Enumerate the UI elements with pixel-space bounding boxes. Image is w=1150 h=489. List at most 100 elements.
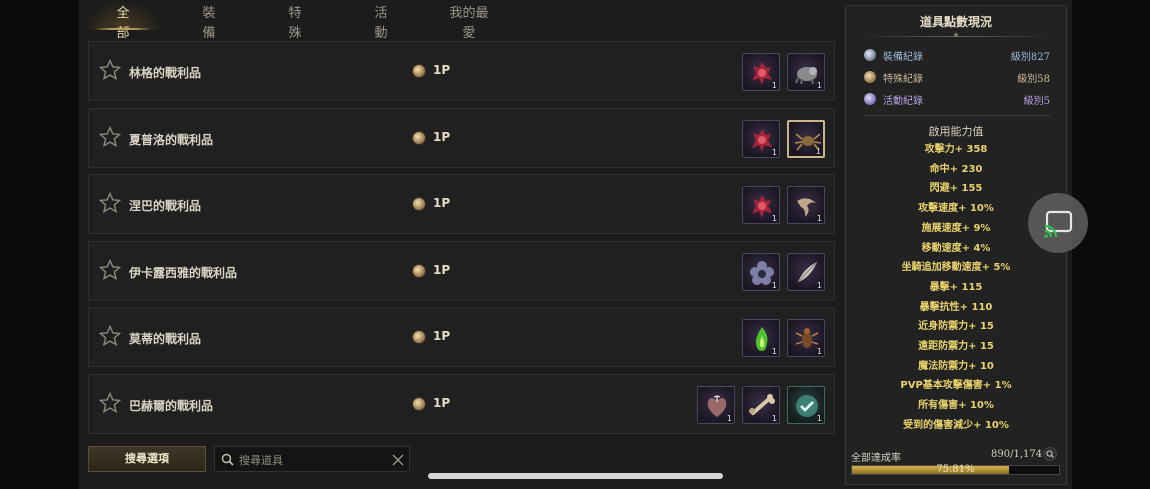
summary-title: 道具點數現況 [919,15,992,29]
stat-line: 命中+ 230 [929,163,983,175]
loot-item-slot[interactable]: 1 [787,53,825,91]
loot-name: 涅巴的戰利品 [129,199,202,213]
item-quantity: 1 [771,280,777,290]
record-level: 級別5 [1023,96,1050,107]
search-field [214,446,410,472]
item-quantity: 1 [815,146,821,156]
point-coin-icon [412,396,426,411]
favorite-star-icon[interactable] [98,58,122,81]
record-special[interactable]: 特殊紀錄 級別58 [864,69,1050,87]
stat-line: 受到的傷害減少+ 10% [903,419,1009,431]
loot-item-slot[interactable]: 1 [787,319,825,357]
item-quantity: 1 [771,81,777,90]
loot-item-slot[interactable]: 1 [787,119,825,158]
category-tabs: 全部 裝備 特殊 活動 我的最愛 [83,0,835,41]
item-quantity: 1 [726,413,732,423]
details-search-icon[interactable] [1043,447,1057,461]
stat-line: 攻擊力+ 358 [924,144,988,155]
item-quantity: 1 [771,214,777,223]
divider-ornament-icon: ✦ [952,31,960,41]
item-quantity: 1 [771,413,777,423]
record-label: 活動紀錄 [883,96,923,107]
loot-row[interactable]: 林格的戰利品 1P 1 1 [88,41,835,101]
tab-favorites[interactable]: 我的最愛 [445,4,493,41]
loot-points: 1P [433,262,451,277]
loot-item-slot[interactable]: 1 [742,252,780,291]
loot-name: 夏普洛的戰利品 [129,132,214,147]
tab-event[interactable]: 活動 [369,4,393,41]
cast-button[interactable] [1028,193,1088,253]
section-divider [864,115,1050,116]
stat-line: 暴擊+ 115 [929,281,983,293]
favorite-star-icon[interactable] [98,125,122,148]
favorite-star-icon[interactable] [98,391,122,414]
stat-line: 暴擊抗性+ 110 [919,301,993,313]
loot-row[interactable]: 涅巴的戰利品 1P 1 1 [88,174,835,234]
loot-name: 林格的戰利品 [129,66,202,80]
item-quantity: 1 [771,347,777,356]
record-label: 裝備紀錄 [883,52,923,63]
item-quantity: 1 [816,280,822,290]
loot-item-slot[interactable]: 1 [787,186,825,224]
cast-icon [1044,210,1073,238]
item-quantity: 1 [816,413,822,423]
record-event[interactable]: 活動紀錄 級別5 [864,91,1050,109]
loot-points: 1P [433,196,451,210]
item-quantity: 1 [816,347,822,356]
clear-icon[interactable] [392,454,404,466]
search-input[interactable] [237,450,386,470]
loot-item-slot[interactable]: 1 [787,252,825,291]
total-completion-label: 全部達成率 [851,453,901,464]
point-coin-icon [412,330,426,344]
search-icon [221,453,234,466]
record-level: 級別827 [1010,52,1050,63]
tab-all[interactable]: 全部 [95,4,151,41]
stat-line: 遠距防禦力+ 15 [918,341,994,352]
horizontal-scrollbar[interactable] [428,473,723,479]
stat-line: 坐騎追加移動速度+ 5% [901,262,1011,274]
completion-percent: 75.81% [936,464,975,475]
point-coin-icon [412,64,426,78]
loot-item-slot[interactable]: 1 [742,53,780,91]
active-stats-title: 啟用能力值 [928,125,984,138]
loot-row[interactable]: 莫蒂的戰利品 1P 1 1 [88,307,835,367]
loot-points: 1P [433,395,451,410]
item-quantity: 1 [816,214,822,223]
loot-item-slot[interactable]: 1 [742,385,780,424]
loot-row[interactable]: 夏普洛的戰利品 1P 1 1 [88,107,835,168]
event-record-icon [864,93,876,105]
loot-item-slot[interactable]: 1 [742,319,780,357]
special-record-icon [864,71,876,83]
loot-name: 莫蒂的戰利品 [129,332,202,346]
total-completion-value: 890/1,174 [991,449,1043,460]
loot-item-slot[interactable]: 1 [742,119,780,158]
item-quantity: 1 [816,81,822,90]
stat-line: PVP基本攻擊傷害+ 1% [900,380,1012,392]
stat-line: 近身防禦力+ 15 [918,321,994,333]
loot-name: 巴赫爾的戰利品 [129,398,214,413]
record-level: 級別58 [1017,74,1050,85]
stat-line: 所有傷害+ 10% [918,400,994,412]
loot-row[interactable]: 巴赫爾的戰利品 1P 1 1 1 [88,373,835,434]
loot-item-slot[interactable]: 1 [697,385,735,424]
tab-special[interactable]: 特殊 [283,4,307,41]
record-equipment[interactable]: 裝備紀錄 級別827 [864,47,1050,65]
completion-progress-bar: 75.81% [851,464,1060,475]
stat-line: 閃避+ 155 [929,183,983,195]
tab-equipment[interactable]: 裝備 [197,4,221,41]
search-options-button[interactable]: 搜尋選項 [88,446,206,472]
loot-row[interactable]: 伊卡露西雅的戰利品 1P 1 1 [88,240,835,301]
stat-line: 魔法防禦力+ 10 [918,360,994,372]
equipment-record-icon [864,49,876,61]
loot-name: 伊卡露西雅的戰利品 [129,265,238,280]
loot-points: 1P [433,329,451,343]
item-points-summary: 道具點數現況 ✦ 裝備紀錄 級別827 特殊紀錄 級別58 活動紀錄 級別5 啟… [845,5,1067,485]
item-quantity: 1 [771,147,777,157]
favorite-star-icon[interactable] [98,258,122,281]
point-coin-icon [412,263,426,278]
loot-item-slot[interactable]: 1 [742,186,780,224]
favorite-star-icon[interactable] [98,324,122,347]
favorite-star-icon[interactable] [98,191,122,214]
loot-item-slot[interactable]: 1 [787,385,825,424]
loot-points: 1P [433,129,451,144]
